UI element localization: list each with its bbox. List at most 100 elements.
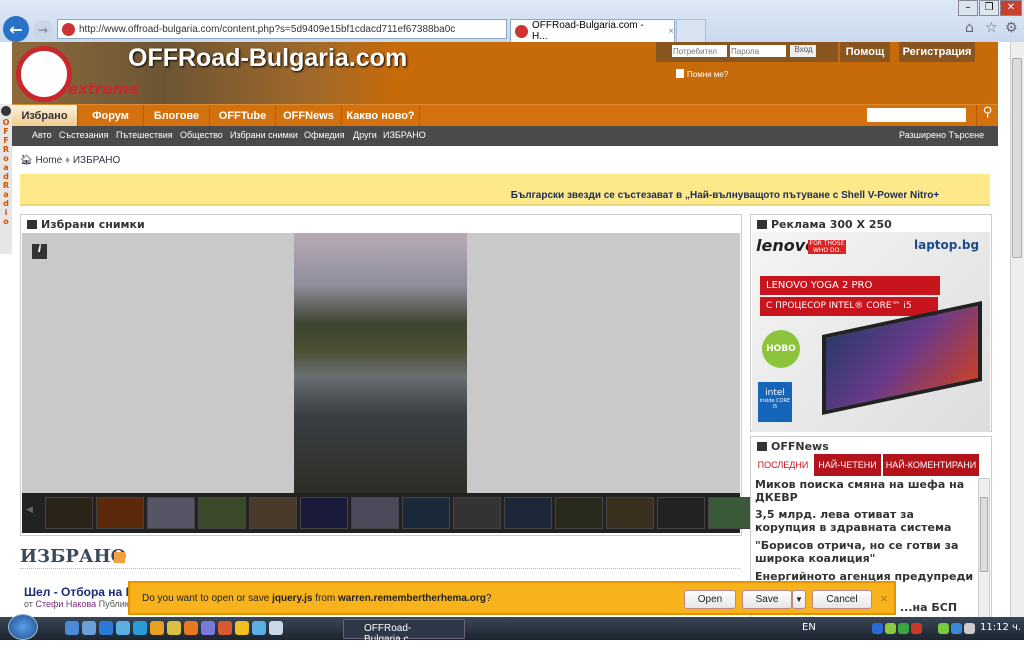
subnav-item[interactable]: Състезания <box>59 130 108 140</box>
gallery-thumbnail[interactable] <box>96 497 144 529</box>
gallery-thumbnail[interactable] <box>45 497 93 529</box>
tray-icon[interactable] <box>964 623 975 634</box>
close-window-button[interactable]: ✕ <box>1000 0 1022 16</box>
news-item[interactable]: Миков поиска смяна на шефа на ДКЕВР <box>755 478 975 504</box>
open-button[interactable]: Open <box>684 590 736 609</box>
tray-icon[interactable] <box>911 623 922 634</box>
quicklaunch-icon[interactable] <box>184 621 198 635</box>
subnav-item[interactable]: Офмедия <box>304 130 345 140</box>
minimize-button[interactable]: – <box>958 0 978 16</box>
news-item[interactable]: ...на БСП <box>900 601 980 614</box>
search-input[interactable] <box>867 108 966 122</box>
tab-most-commented[interactable]: НАЙ-КОМЕНТИРАНИ <box>883 454 979 476</box>
rss-icon[interactable] <box>114 552 125 563</box>
maximize-button[interactable]: ❐ <box>979 0 999 16</box>
register-button[interactable]: Регистрация <box>899 42 975 62</box>
tray-icon[interactable] <box>951 623 962 634</box>
author-link[interactable]: Стефи Накова <box>35 599 96 609</box>
subnav-item[interactable]: Избрани снимки <box>230 130 298 140</box>
address-bar[interactable]: http://www.offroad-bulgaria.com/content.… <box>57 19 507 39</box>
quicklaunch-icon[interactable] <box>235 621 249 635</box>
start-button[interactable] <box>8 614 38 640</box>
breadcrumb-home[interactable]: Home <box>35 155 62 166</box>
quicklaunch-icon[interactable] <box>218 621 232 635</box>
info-icon[interactable]: i <box>32 244 47 259</box>
language-indicator[interactable]: EN <box>802 622 816 633</box>
gallery-thumbnail[interactable] <box>657 497 705 529</box>
gallery-thumbnail[interactable] <box>300 497 348 529</box>
site-logo-text[interactable]: OFFRoad-Bulgaria.com <box>128 44 407 73</box>
gallery-thumbnail[interactable] <box>249 497 297 529</box>
taskbar-ie-window[interactable]: OFFRoad-Bulgaria.c... <box>343 619 465 645</box>
clock[interactable]: 11:12 ч. <box>980 622 1021 633</box>
lenovo-ad[interactable]: lenovo FOR THOSE WHO DO. laptop.bg LENOV… <box>752 232 990 432</box>
cancel-button[interactable]: Cancel <box>812 590 872 609</box>
save-dropdown-icon[interactable]: ▼ <box>792 590 806 609</box>
promo-banner[interactable]: Български звезди се състезават в „Най-въ… <box>20 174 990 206</box>
tray-icon[interactable] <box>898 623 909 634</box>
browser-tab[interactable]: OFFRoad-Bulgaria.com - H... × <box>510 19 675 42</box>
tab-latest[interactable]: ПОСЛЕДНИ <box>753 454 813 476</box>
nav-item-izbrano[interactable]: Избрано <box>12 105 78 127</box>
search-icon[interactable]: ⚲ <box>976 105 998 127</box>
subnav-item[interactable]: Общество <box>180 130 223 140</box>
tray-icon[interactable] <box>872 623 883 634</box>
gallery-thumbnail[interactable] <box>606 497 654 529</box>
tab-close-icon[interactable]: × <box>668 26 674 37</box>
save-button[interactable]: Save <box>742 590 792 609</box>
news-item[interactable]: 3,5 млрд. лева отиват за корупция в здра… <box>755 508 975 534</box>
gallery-thumbnail[interactable] <box>708 497 756 529</box>
gallery-thumbnail[interactable] <box>555 497 603 529</box>
subnav-item[interactable]: ИЗБРАНО <box>383 130 426 140</box>
gallery-thumbnail[interactable] <box>198 497 246 529</box>
nav-item-forum[interactable]: Форум <box>78 105 144 127</box>
help-button[interactable]: Помощ <box>840 42 890 62</box>
gallery-thumbnail[interactable] <box>351 497 399 529</box>
nav-item-whats-new[interactable]: Какво ново? <box>342 105 420 127</box>
quicklaunch-icon[interactable] <box>150 621 164 635</box>
nav-item-blogs[interactable]: Блогове <box>144 105 210 127</box>
tools-gear-icon[interactable]: ⚙ <box>1005 20 1018 36</box>
close-notification-icon[interactable]: × <box>880 591 888 606</box>
advanced-search-link[interactable]: Разширено Търсене <box>899 130 984 140</box>
quicklaunch-icon[interactable] <box>82 621 96 635</box>
prev-arrow-icon[interactable]: ◀ <box>26 505 33 515</box>
quicklaunch-icon[interactable] <box>116 621 130 635</box>
quicklaunch-icon[interactable] <box>201 621 215 635</box>
article-title-link[interactable]: Шел - Отбора на М <box>24 585 136 599</box>
tab-most-read[interactable]: НАЙ-ЧЕТЕНИ <box>814 454 881 476</box>
remember-me-checkbox[interactable]: Помни ме? <box>676 69 728 79</box>
tray-icon[interactable] <box>885 623 896 634</box>
quicklaunch-icon[interactable] <box>167 621 181 635</box>
offroad-radio-tab[interactable]: OFFRoadRadio <box>0 104 12 254</box>
username-input[interactable] <box>672 45 727 57</box>
quicklaunch-icon[interactable] <box>65 621 79 635</box>
site-logo-icon[interactable] <box>16 46 72 102</box>
tray-icon[interactable] <box>938 623 949 634</box>
gallery-thumbnail[interactable] <box>402 497 450 529</box>
gallery-thumbnail[interactable] <box>147 497 195 529</box>
nav-item-offnews[interactable]: OFFNews <box>276 105 342 127</box>
favorites-star-icon[interactable]: ☆ <box>985 20 998 36</box>
nav-item-offtube[interactable]: OFFTube <box>210 105 276 127</box>
gallery-photo[interactable] <box>294 233 467 493</box>
quicklaunch-icon[interactable] <box>99 621 113 635</box>
news-item[interactable]: "Борисов отрича, но се готви за широка к… <box>755 539 975 565</box>
password-input[interactable] <box>730 45 786 57</box>
gallery-thumbnail[interactable] <box>504 497 552 529</box>
login-button[interactable]: Вход <box>790 45 816 57</box>
quicklaunch-icon[interactable] <box>133 621 147 635</box>
news-scrollbar[interactable] <box>978 478 990 617</box>
new-tab-button[interactable] <box>676 19 706 42</box>
subnav-item[interactable]: Авто <box>32 130 52 140</box>
subnav-item[interactable]: Други <box>353 130 377 140</box>
quicklaunch-icon[interactable] <box>269 621 283 635</box>
play-icon[interactable] <box>1 106 11 116</box>
home-icon[interactable]: ⌂ <box>965 20 974 36</box>
forward-button[interactable]: → <box>33 20 53 40</box>
back-button[interactable]: ← <box>3 16 29 42</box>
quicklaunch-icon[interactable] <box>252 621 266 635</box>
scrollbar-thumb[interactable] <box>1012 58 1022 258</box>
subnav-item[interactable]: Пътешествия <box>116 130 173 140</box>
gallery-thumbnail[interactable] <box>453 497 501 529</box>
